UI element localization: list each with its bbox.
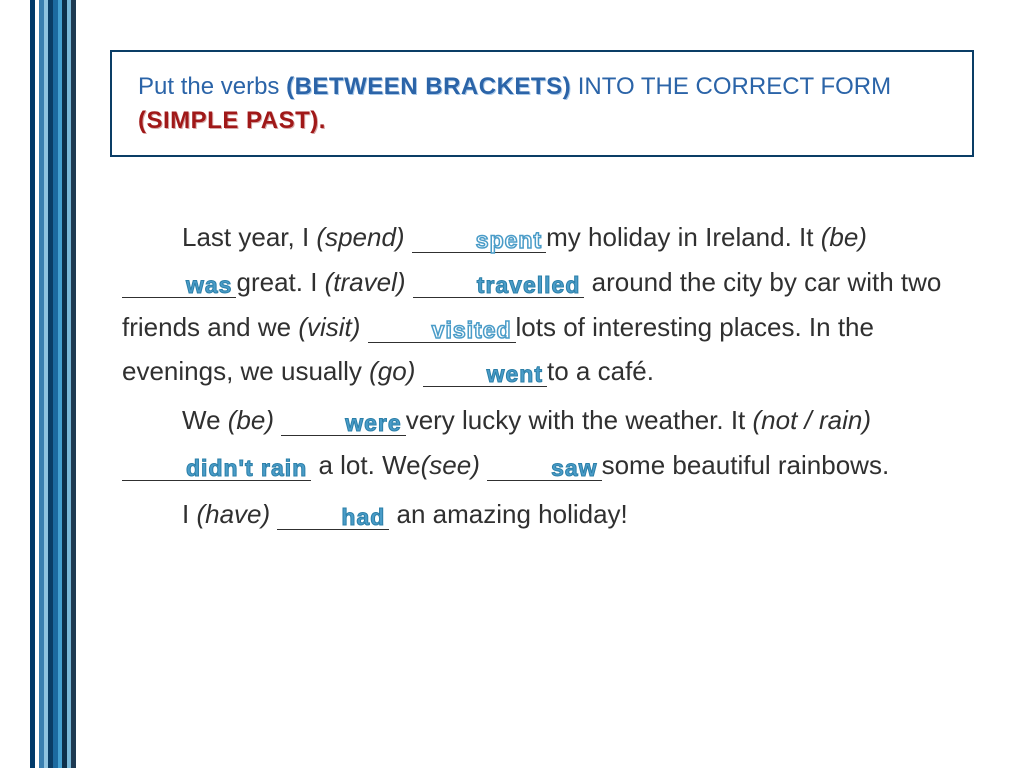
verb-hint: (be) [228,405,274,435]
answer-blank: was [122,269,236,298]
verb-hint: (visit) [298,312,360,342]
verb-hint: (see) [421,450,480,480]
answer-blank: didn't rain [122,452,311,481]
instruction-middle: INTO THE CORRECT FORM [578,73,891,100]
answer-blank: travelled [413,269,585,298]
instruction-simple-past: (SIMPLE PAST). [138,107,326,134]
answer-text: visited [432,317,512,343]
verb-hint: (go) [369,356,415,386]
exercise-text: a lot. We [311,450,420,480]
answer-text: were [345,410,401,436]
answer-text: was [186,272,232,298]
answer-text: didn't rain [186,455,307,481]
verb-hint: (not / rain) [753,405,872,435]
verb-hint: (have) [196,499,270,529]
exercise-text: great. I [236,267,324,297]
exercise-text: to a café. [547,356,654,386]
exercise-text: an amazing holiday! [389,499,627,529]
answer-text: went [487,361,543,387]
exercise-paragraph: Last year, I (spend) spentmy holiday in … [122,215,962,394]
answer-blank: went [423,358,547,387]
answer-blank: spent [412,224,546,253]
answer-text: travelled [477,272,581,298]
exercise-text: some beautiful rainbows. [602,450,890,480]
answer-text: had [341,504,385,530]
exercise-body: Last year, I (spend) spentmy holiday in … [110,215,974,536]
answer-text: spent [476,227,542,253]
answer-blank: visited [368,314,516,343]
exercise-text: my holiday in Ireland. It [546,222,821,252]
instruction-box: Put the verbs (BETWEEN BRACKETS) INTO TH… [110,50,974,157]
exercise-text: I [182,499,196,529]
answer-text: saw [551,455,597,481]
exercise-text: Last year, I [182,222,316,252]
instruction-prefix: Put the verbs [138,73,286,100]
answer-blank: saw [487,452,601,481]
verb-hint: (spend) [316,222,404,252]
answer-blank: had [277,501,389,530]
decorative-stripe-bar [30,0,76,768]
exercise-text: very lucky with the weather. It [406,405,753,435]
exercise-paragraph: We (be) werevery lucky with the weather.… [122,398,962,487]
slide-content: Put the verbs (BETWEEN BRACKETS) INTO TH… [110,50,974,540]
answer-blank: were [281,407,405,436]
exercise-text: We [182,405,228,435]
verb-hint: (travel) [325,267,406,297]
verb-hint: (be) [821,222,867,252]
exercise-paragraph: I (have) had an amazing holiday! [122,492,962,537]
instruction-brackets: (BETWEEN BRACKETS) [286,73,571,100]
